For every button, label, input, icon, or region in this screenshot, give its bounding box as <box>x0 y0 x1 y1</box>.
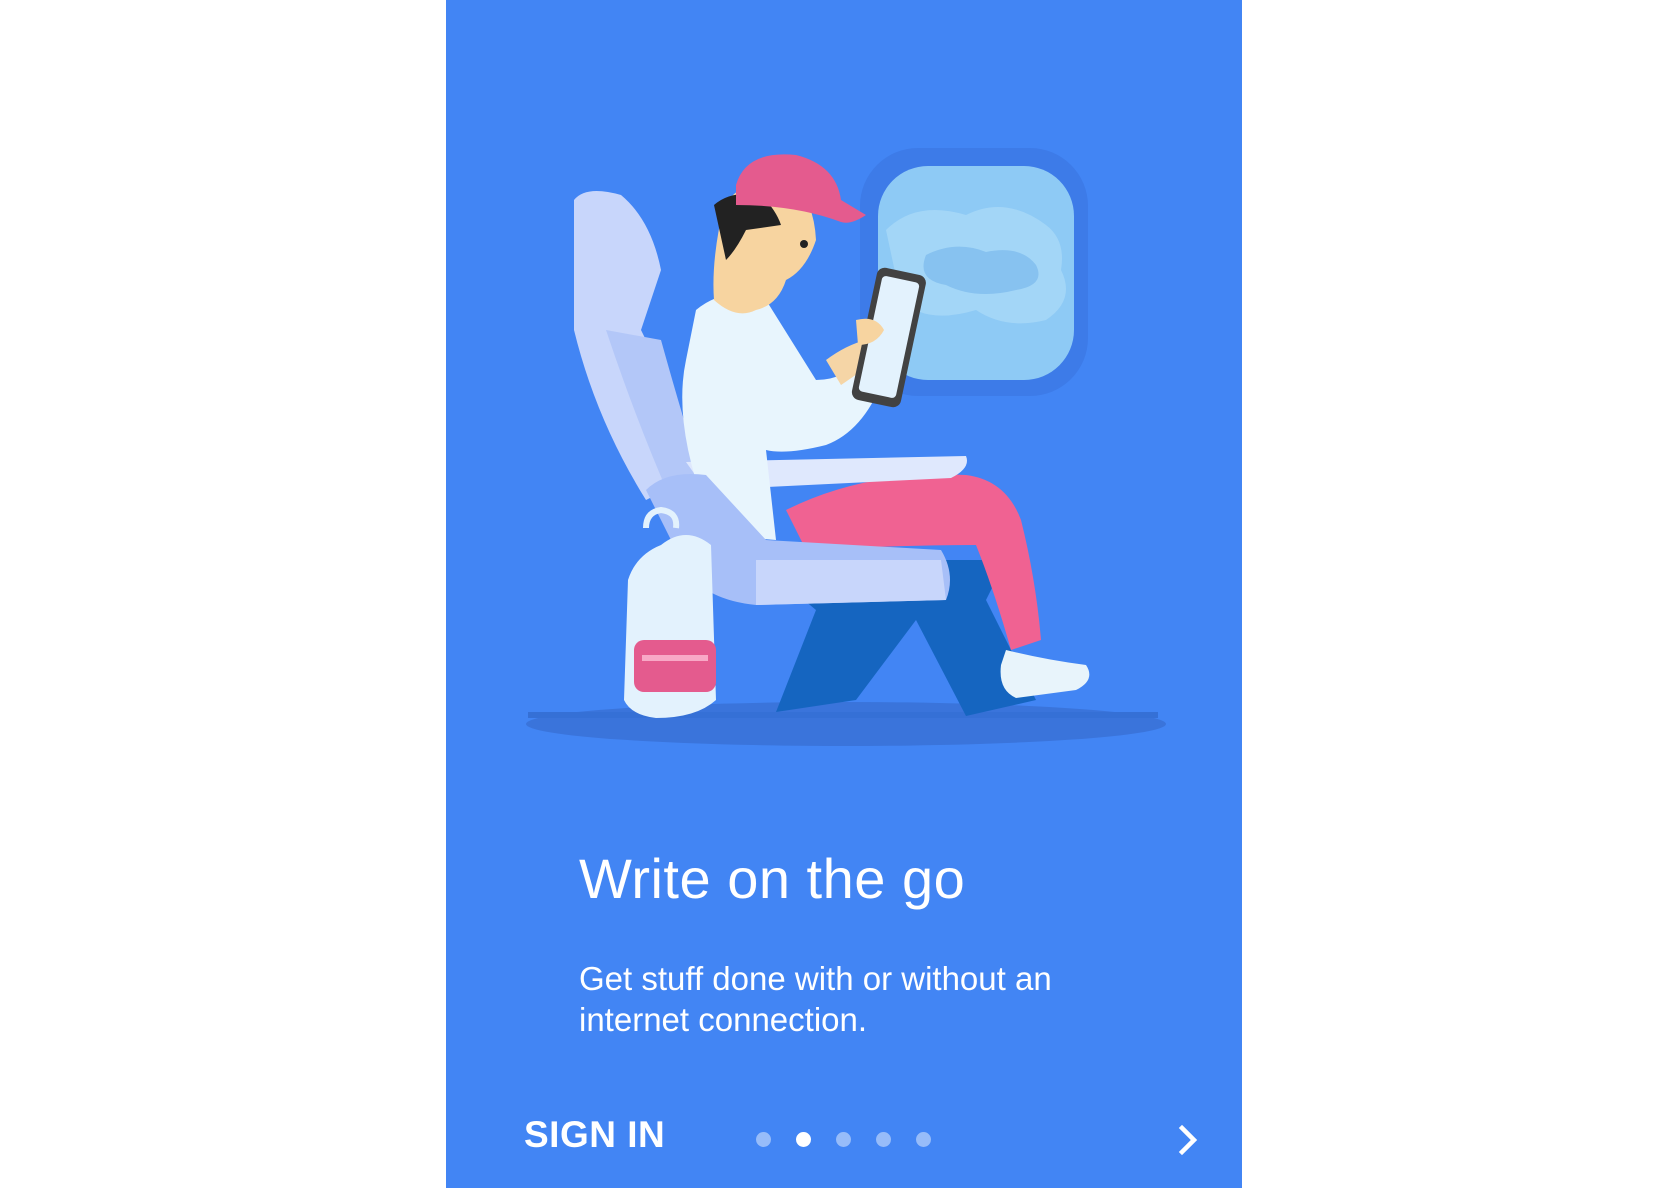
page-subtitle: Get stuff done with or without an intern… <box>579 960 1052 1038</box>
onboarding-screen: Write on the go Get stuff done with or w… <box>446 0 1242 1188</box>
page-indicator <box>756 1132 931 1147</box>
page-dot-4[interactable] <box>876 1132 891 1147</box>
chevron-right-icon <box>1178 1124 1198 1156</box>
next-button[interactable] <box>1168 1120 1208 1160</box>
travel-illustration <box>526 148 1166 746</box>
floor-shadow <box>526 702 1166 746</box>
onboarding-navigation: SIGN IN <box>446 1100 1242 1172</box>
page-dot-1[interactable] <box>756 1132 771 1147</box>
sign-in-button[interactable]: SIGN IN <box>524 1114 665 1156</box>
page-dot-2-active[interactable] <box>796 1132 811 1147</box>
page-dot-3[interactable] <box>836 1132 851 1147</box>
page-title: Write on the go <box>579 847 966 910</box>
page-dot-5[interactable] <box>916 1132 931 1147</box>
person-shoe <box>1000 650 1090 698</box>
